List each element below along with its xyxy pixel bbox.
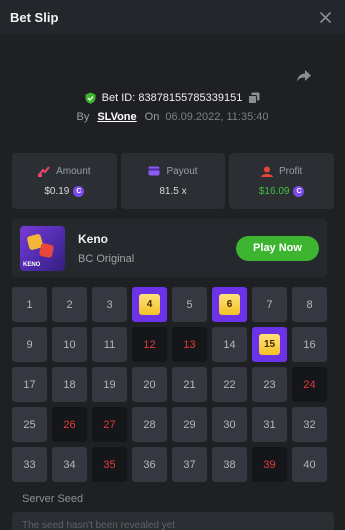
keno-cell: 8 <box>292 287 327 322</box>
keno-cell: 5 <box>172 287 207 322</box>
keno-cell: 28 <box>132 407 167 442</box>
keno-cell: 19 <box>92 367 127 402</box>
shield-check-icon <box>85 92 96 104</box>
keno-cell: 23 <box>252 367 287 402</box>
keno-cell: 39 <box>252 447 287 482</box>
keno-cell: 37 <box>172 447 207 482</box>
keno-cell: 27 <box>92 407 127 442</box>
page-title: Bet Slip <box>10 9 59 25</box>
on-label: On <box>144 111 160 123</box>
keno-cell: 26 <box>52 407 87 442</box>
keno-thumbnail[interactable]: KENO <box>20 225 65 271</box>
share-icon[interactable] <box>296 69 312 83</box>
keno-cell: 25 <box>12 407 47 442</box>
stat-value: 81.5 x <box>159 185 187 197</box>
bet-date: 06.09.2022, 11:35:40 <box>165 111 269 123</box>
stat-value: $0.19 <box>44 185 70 197</box>
server-seed-label: Server Seed <box>22 493 84 505</box>
keno-cell: 24 <box>292 367 327 402</box>
coin-icon: C <box>73 185 85 197</box>
keno-cell: 32 <box>292 407 327 442</box>
keno-cell: 1 <box>12 287 47 322</box>
keno-cell: 33 <box>12 447 47 482</box>
copy-icon[interactable] <box>248 92 260 104</box>
server-seed-field[interactable]: The seed hasn't been revealed yet <box>12 512 334 530</box>
keno-cell: 34 <box>52 447 87 482</box>
keno-hit-tile: 15 <box>259 334 280 355</box>
thumb-label: KENO <box>23 261 41 268</box>
game-subtitle: BC Original <box>78 252 135 265</box>
keno-cell: 4 <box>132 287 167 322</box>
keno-grid: 1 2 3 4 5 6 7 8 9 10 11 12 13 14 15 16 17 18 19 20 21 22 23 24 2… <box>12 287 328 482</box>
profit-icon <box>261 166 273 177</box>
stat-amount: Amount $0.19 C <box>12 153 117 209</box>
by-label: By <box>76 111 90 123</box>
keno-cell: 16 <box>292 327 327 362</box>
stat-payout: Payout 81.5 x <box>120 153 226 209</box>
close-icon[interactable] <box>317 9 333 25</box>
coin-icon: C <box>293 185 305 197</box>
keno-cell: 35 <box>92 447 127 482</box>
keno-cell: 38 <box>212 447 247 482</box>
keno-cell: 20 <box>132 367 167 402</box>
keno-cell: 12 <box>132 327 167 362</box>
bet-slip-header: Bet Slip <box>0 0 345 34</box>
keno-cell: 13 <box>172 327 207 362</box>
bet-id: Bet ID: 838781557853391​51 <box>101 92 243 104</box>
keno-hit-tile: 6 <box>219 294 240 315</box>
username-link[interactable]: SLVone <box>97 111 136 123</box>
keno-cell: 6 <box>212 287 247 322</box>
keno-cell: 3 <box>92 287 127 322</box>
keno-cell: 36 <box>132 447 167 482</box>
keno-cell: 10 <box>52 327 87 362</box>
keno-hit-tile: 4 <box>139 294 160 315</box>
keno-cell: 31 <box>252 407 287 442</box>
keno-cell: 7 <box>252 287 287 322</box>
bet-byline: By SLVone On 06.09.2022, 11:35:40 <box>0 111 345 123</box>
payout-icon <box>148 166 160 176</box>
bet-id-row: Bet ID: 838781557853391​51 <box>0 92 345 104</box>
bet-stats: Amount $0.19 C Payout 81.5 x Profit $16.… <box>12 153 335 209</box>
amount-icon <box>38 165 50 177</box>
keno-cell: 2 <box>52 287 87 322</box>
keno-cell: 17 <box>12 367 47 402</box>
keno-cell: 29 <box>172 407 207 442</box>
keno-cell: 11 <box>92 327 127 362</box>
keno-cell: 15 <box>252 327 287 362</box>
keno-cell: 14 <box>212 327 247 362</box>
keno-cell: 40 <box>292 447 327 482</box>
stat-label: Amount <box>56 165 91 177</box>
stat-value: $16.09 <box>258 185 290 197</box>
keno-cell: 18 <box>52 367 87 402</box>
play-now-button[interactable]: Play Now <box>236 235 319 261</box>
keno-cell: 21 <box>172 367 207 402</box>
stat-label: Profit <box>279 165 303 177</box>
game-card: KENO Keno BC Original Play Now <box>12 219 327 277</box>
game-name: Keno <box>78 231 108 246</box>
stat-label: Payout <box>166 165 198 177</box>
keno-cell: 9 <box>12 327 47 362</box>
keno-cell: 30 <box>212 407 247 442</box>
keno-cell: 22 <box>212 367 247 402</box>
stat-profit: Profit $16.09 C <box>229 153 335 209</box>
